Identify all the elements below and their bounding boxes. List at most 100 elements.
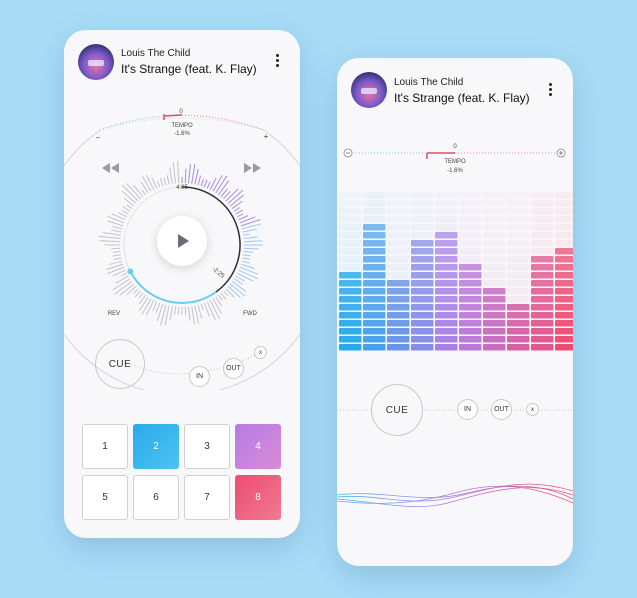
eq-segment [555, 312, 573, 319]
hot-cue-pad-4[interactable]: 4 [235, 424, 281, 469]
eq-segment [531, 304, 554, 311]
eq-segment [507, 200, 530, 207]
eq-segment [339, 320, 362, 327]
waveform-bar [98, 235, 121, 240]
eq-segment [459, 264, 482, 271]
waveform-bar [212, 175, 223, 192]
eq-segment [483, 328, 506, 335]
eq-segment [387, 232, 410, 239]
eq-segment [387, 320, 410, 327]
eq-segment [363, 296, 386, 303]
eq-segment [531, 216, 554, 223]
eq-segment [387, 344, 410, 351]
more-menu-icon[interactable] [276, 54, 280, 69]
eq-segment [435, 224, 458, 231]
tempo-zero-label: 0 [453, 144, 457, 150]
eq-segment [459, 320, 482, 327]
eq-segment [507, 256, 530, 263]
hot-cue-pad-2[interactable]: 2 [133, 424, 179, 469]
eq-segment [483, 216, 506, 223]
eq-segment [339, 248, 362, 255]
hot-cue-pad-6[interactable]: 6 [133, 475, 179, 520]
eq-segment [363, 256, 386, 263]
eq-segment [531, 288, 554, 295]
waveform-bar [218, 294, 223, 301]
eq-segment [555, 328, 573, 335]
eq-segment [411, 336, 434, 343]
loop-out-button[interactable]: OUT [223, 358, 244, 379]
eq-segment [435, 296, 458, 303]
hot-cue-pad-1[interactable]: 1 [82, 424, 128, 469]
waveform-bar [174, 306, 177, 316]
eq-segment [339, 224, 362, 231]
eq-segment [483, 280, 506, 287]
eq-segment [483, 248, 506, 255]
eq-segment [339, 232, 362, 239]
cue-button[interactable]: CUE [95, 339, 145, 389]
eq-segment [363, 344, 386, 351]
album-art [351, 72, 387, 108]
eq-segment [363, 208, 386, 215]
loop-clear-button[interactable]: x [254, 346, 267, 359]
waveform-bar [123, 197, 135, 207]
eq-segment [531, 312, 554, 319]
eq-segment [435, 336, 458, 343]
eq-segment [459, 288, 482, 295]
loop-in-button[interactable]: IN [189, 366, 210, 387]
waveform-bar [191, 164, 196, 184]
eq-segment [459, 208, 482, 215]
waveform-bar [164, 305, 170, 326]
eq-segment [411, 240, 434, 247]
eq-segment [435, 328, 458, 335]
track-title: It's Strange (feat. K. Flay) [394, 91, 530, 105]
waveform-bar [187, 306, 191, 321]
playhead-handle[interactable] [127, 268, 134, 275]
waveform-bar [235, 209, 243, 215]
loop-out-button[interactable]: OUT [491, 399, 512, 420]
fwd-label[interactable]: FWD [240, 311, 260, 317]
cue-button[interactable]: CUE [371, 384, 423, 436]
waveform-bar [110, 229, 122, 233]
waveform-bar [206, 181, 211, 189]
waveform-bar [197, 175, 202, 186]
play-button[interactable] [157, 216, 207, 266]
eq-segment [459, 224, 482, 231]
waveform-bar [243, 236, 258, 240]
eq-segment [483, 208, 506, 215]
eq-segment [483, 344, 506, 351]
loop-clear-button[interactable]: x [526, 403, 539, 416]
waveform-bar [184, 168, 187, 184]
spectrum-meter [339, 192, 573, 351]
waveform-bar [218, 180, 230, 196]
eq-segment [483, 224, 506, 231]
waveform-bar [239, 266, 259, 275]
eq-segment [483, 232, 506, 239]
hot-cue-pad-8[interactable]: 8 [235, 475, 281, 520]
eq-segment [387, 312, 410, 319]
loop-in-button[interactable]: IN [457, 399, 478, 420]
hot-cue-pad-5[interactable]: 5 [82, 475, 128, 520]
hot-cue-pad-7[interactable]: 7 [184, 475, 230, 520]
artist-name: Louis The Child [121, 48, 191, 59]
waveform-bar [126, 286, 137, 295]
more-menu-icon[interactable] [549, 83, 553, 98]
waveform-bar [112, 250, 121, 253]
eq-segment [411, 296, 434, 303]
eq-segment [555, 248, 573, 255]
eq-segment [507, 344, 530, 351]
eq-segment [459, 280, 482, 287]
eq-segment [507, 216, 530, 223]
eq-segment [483, 296, 506, 303]
eq-segment [387, 304, 410, 311]
waveform-bar [112, 254, 121, 257]
hot-cue-pad-3[interactable]: 3 [184, 424, 230, 469]
eq-segment [363, 224, 386, 231]
tempo-value: -1.6% [447, 168, 463, 174]
eq-segment [507, 304, 530, 311]
rev-label[interactable]: REV [104, 311, 124, 317]
eq-segment [435, 280, 458, 287]
waveform-bar [159, 177, 164, 187]
eq-segment [387, 328, 410, 335]
waveform-bar [177, 160, 180, 184]
waveform-bar [139, 296, 149, 311]
